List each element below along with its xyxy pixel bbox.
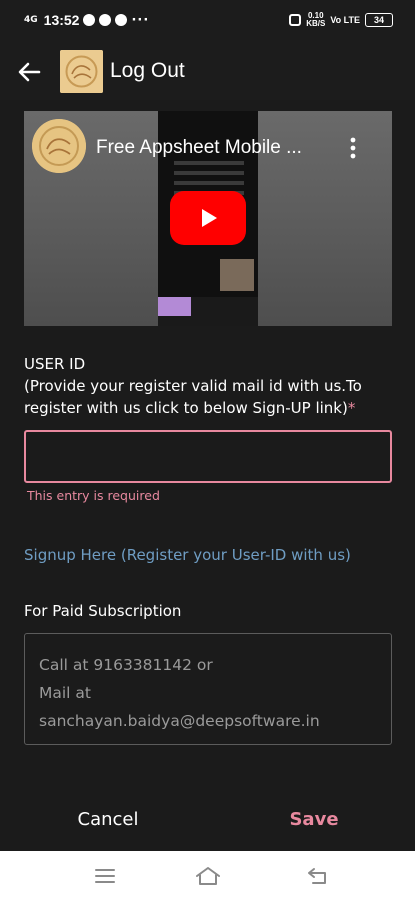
channel-avatar[interactable] (32, 119, 86, 173)
settings-notification-icon (115, 14, 128, 26)
chat-notification-icon (83, 14, 96, 26)
user-id-input[interactable] (24, 430, 392, 483)
video-player[interactable]: Free Appsheet Mobile ... (24, 111, 392, 326)
status-right: 0.10 KB/S Vo LTE 34 (289, 12, 393, 28)
presenter-webcam (220, 259, 254, 291)
back-button[interactable] (14, 58, 44, 86)
validation-error: This entry is required (27, 488, 160, 503)
home-icon (196, 867, 220, 885)
required-marker: * (347, 399, 356, 417)
thumbnail-row (174, 161, 244, 165)
messenger-notification-icon (99, 14, 112, 26)
channel-logo-icon (32, 119, 86, 173)
vibrate-icon (289, 14, 302, 26)
menu-nav-button[interactable] (91, 863, 119, 889)
battery-icon: 34 (365, 13, 393, 27)
page-title: Log Out (110, 59, 185, 82)
paid-subscription-info: Call at 9163381142 or Mail at sanchayan.… (24, 633, 392, 745)
video-title[interactable]: Free Appsheet Mobile ... (96, 137, 302, 159)
app-logo-icon (60, 50, 103, 93)
app-header: Log Out (0, 44, 415, 100)
thumbnail-active-tab (158, 297, 191, 316)
user-id-label: USER ID (Provide your register valid mai… (24, 353, 394, 419)
paid-info-line: Mail at (39, 684, 91, 702)
system-nav-bar (0, 851, 415, 900)
more-notifications-icon: ··· (131, 12, 150, 28)
status-bar: 4G 13:52 ··· 0.10 KB/S Vo LTE 34 (0, 0, 415, 44)
thumbnail-tabbar (158, 297, 258, 326)
thumbnail-row (174, 181, 244, 185)
wifi-icon: Vo LTE (330, 15, 360, 25)
youtube-play-icon (202, 209, 217, 227)
play-button[interactable] (170, 191, 246, 245)
more-vert-icon[interactable] (350, 137, 356, 159)
form-footer: Cancel Save (0, 790, 415, 848)
paid-info-line: Call at 9163381142 or (39, 656, 213, 674)
save-button[interactable]: Save (262, 804, 366, 836)
back-nav-button[interactable] (304, 863, 332, 889)
paid-info-line: sanchayan.baidya@deepsoftware.in (39, 712, 320, 730)
thumbnail-row (174, 171, 244, 175)
signal-icon: 4G (24, 14, 38, 25)
clock: 13:52 (43, 12, 80, 28)
user-id-title: USER ID (24, 355, 86, 373)
menu-icon (95, 869, 115, 883)
paid-subscription-label: For Paid Subscription (24, 602, 182, 620)
status-left: 4G 13:52 ··· (24, 12, 149, 28)
arrow-left-icon (18, 62, 41, 82)
cancel-button[interactable]: Cancel (56, 804, 160, 836)
back-nav-icon (308, 868, 326, 884)
signup-link[interactable]: Signup Here (Register your User-ID with … (24, 546, 351, 564)
network-speed-unit: KB/S (306, 19, 326, 28)
user-id-hint: (Provide your register valid mail id wit… (24, 377, 362, 417)
app-logo (60, 50, 103, 93)
network-speed: 0.10 KB/S (306, 12, 325, 28)
home-nav-button[interactable] (194, 863, 222, 889)
